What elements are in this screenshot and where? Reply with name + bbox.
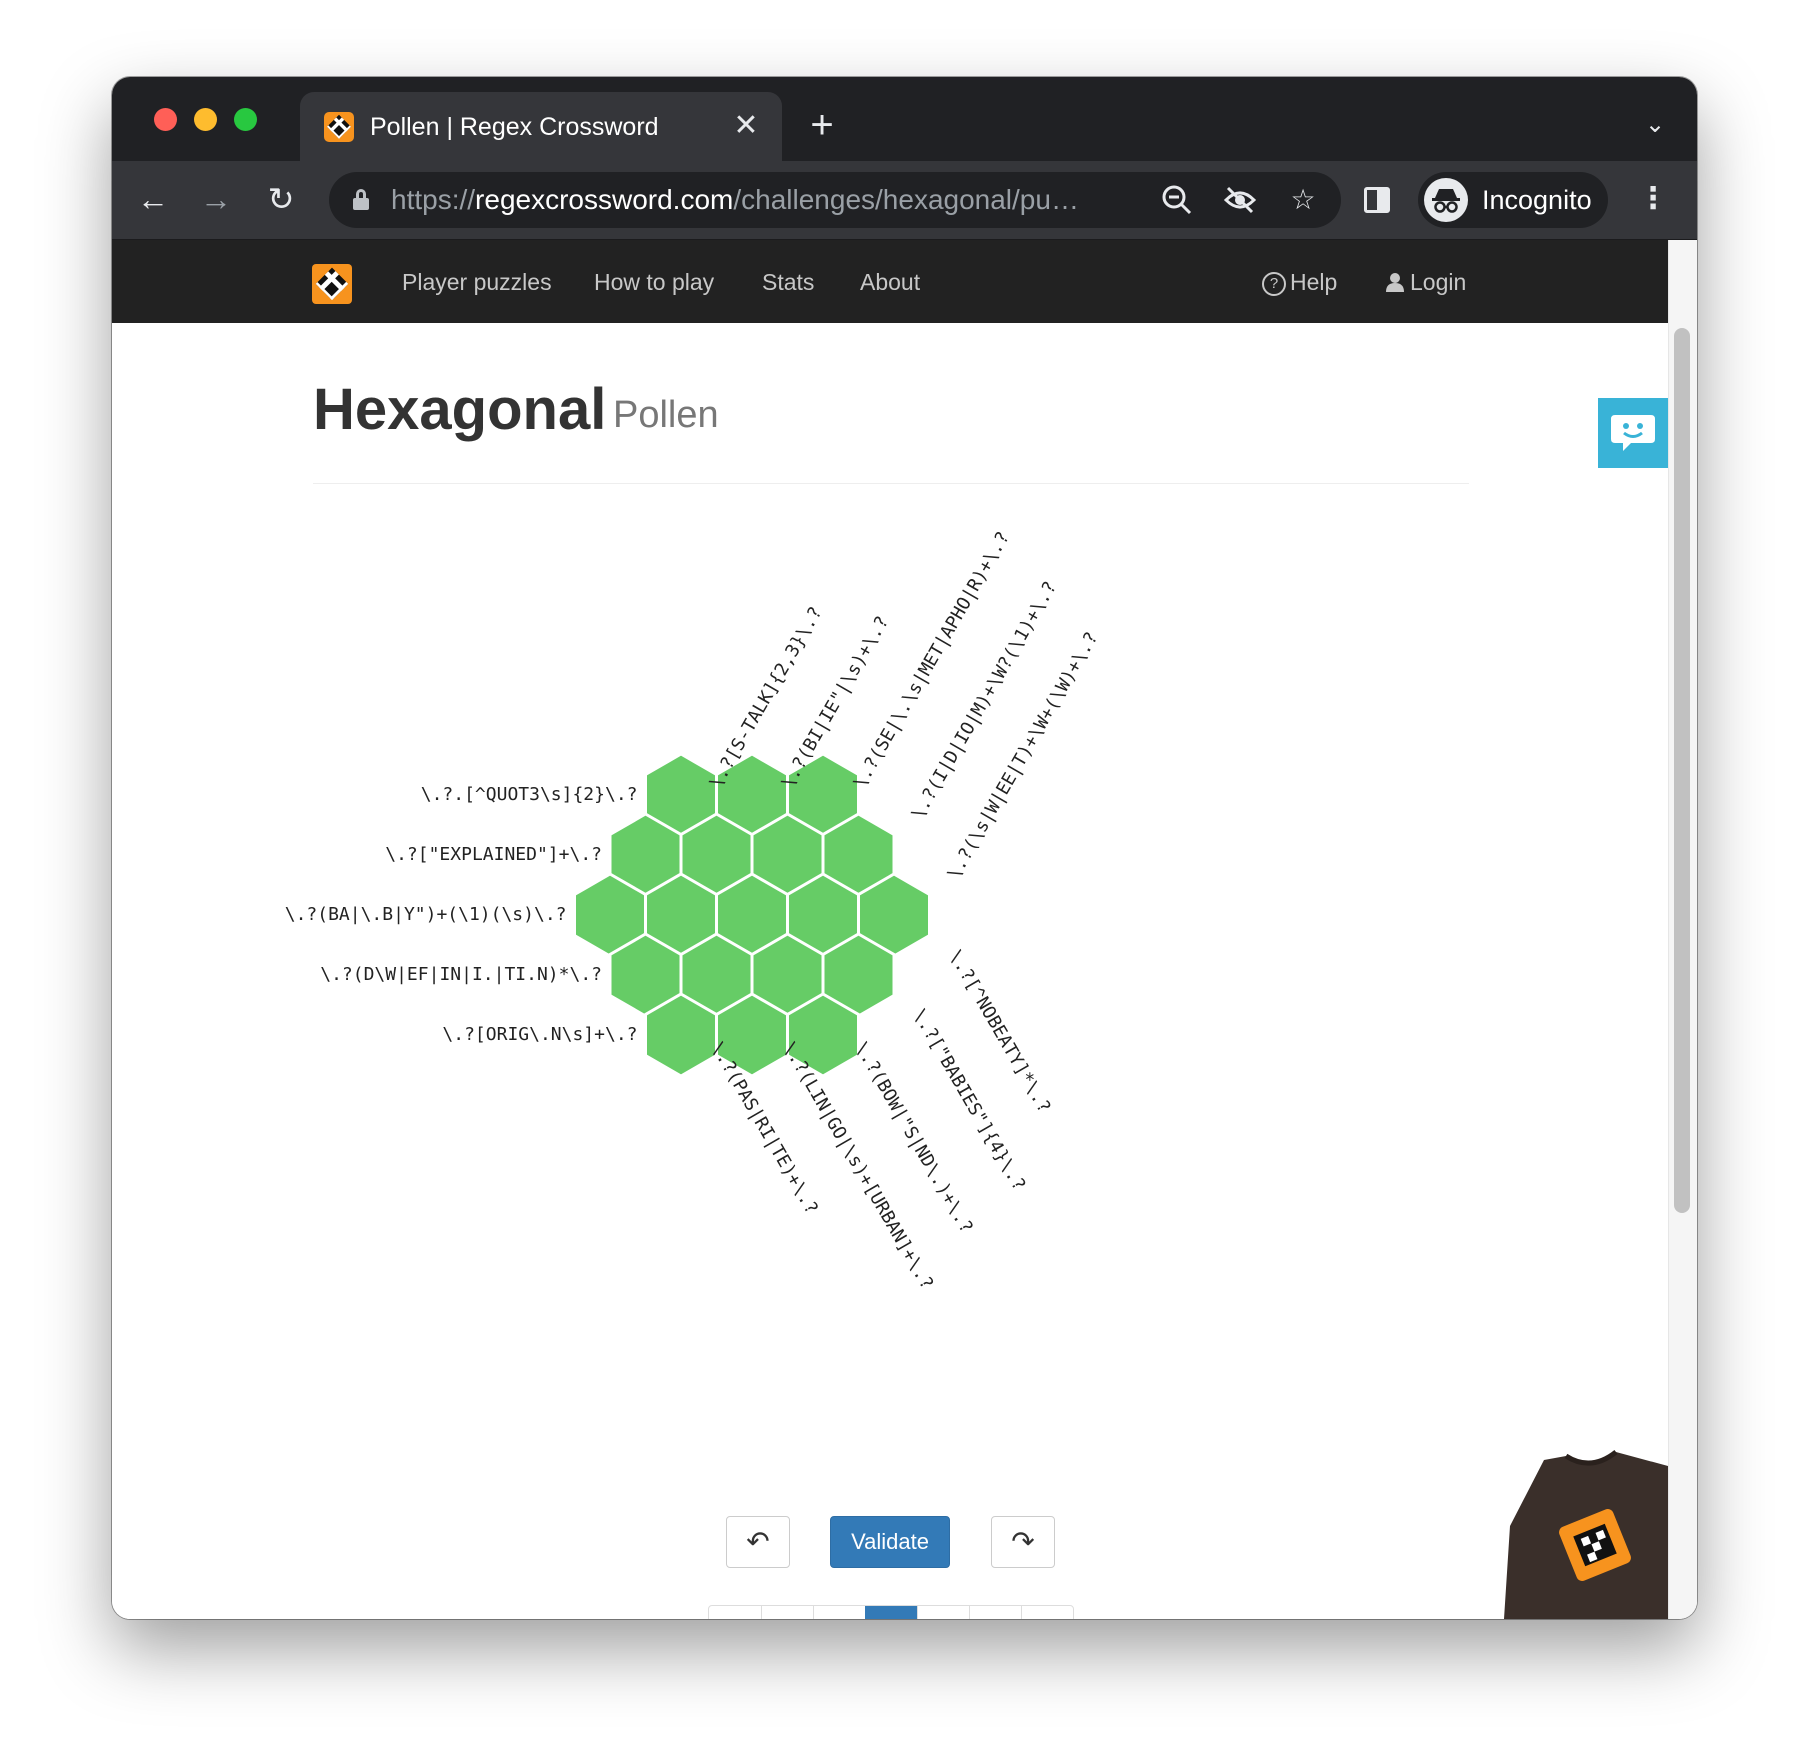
- bottom-clue: \.?(LIN|GO|\s)+[URBAN]+\.?: [778, 1039, 937, 1294]
- address-bar[interactable]: https://regexcrossword.com/challenges/he…: [329, 172, 1341, 228]
- zoom-icon[interactable]: [1159, 182, 1195, 218]
- eye-off-icon[interactable]: [1222, 182, 1258, 218]
- pagination-item[interactable]: [761, 1606, 813, 1619]
- new-tab-button[interactable]: +: [802, 105, 842, 145]
- pagination-item[interactable]: [813, 1606, 865, 1619]
- pagination-item[interactable]: [969, 1606, 1021, 1619]
- redo-button[interactable]: ↷: [991, 1516, 1055, 1568]
- star-icon[interactable]: ☆: [1285, 182, 1321, 218]
- browser-toolbar: ← → ↻ https://regexcrossword.com/challen…: [112, 161, 1697, 240]
- lock-icon[interactable]: [353, 189, 369, 211]
- tab-search-chevron-icon[interactable]: ⌄: [1640, 110, 1670, 140]
- pagination-item[interactable]: [917, 1606, 969, 1619]
- reload-icon[interactable]: ↻: [258, 176, 304, 222]
- left-clue: \.?["EXPLAINED"]+\.?: [385, 844, 602, 865]
- profile-label: Incognito: [1482, 185, 1592, 215]
- incognito-icon: [1424, 178, 1468, 222]
- forward-arrow-icon[interactable]: →: [193, 176, 239, 222]
- tshirt-promo-image[interactable]: [1496, 1444, 1668, 1619]
- url-text[interactable]: https://regexcrossword.com/challenges/he…: [391, 184, 1121, 216]
- close-window-button[interactable]: [154, 108, 177, 131]
- site-favicon-icon: [324, 112, 354, 142]
- scrollbar-thumb[interactable]: [1674, 328, 1690, 1213]
- top-clue: \.?(SE|\.\s|MET|APHO|R)+\.?: [849, 528, 1013, 792]
- kebab-menu-icon[interactable]: ⋮: [1638, 177, 1668, 221]
- top-clue: \.?(I|D|IO|M)+\W?(\1)+\.?: [907, 578, 1061, 823]
- left-clue: \.?(D\W|EF|IN|I.|TI.N)*\.?: [320, 964, 602, 985]
- maximize-window-button[interactable]: [234, 108, 257, 131]
- pagination-item-active[interactable]: [865, 1606, 917, 1619]
- browser-window: Pollen | Regex Crossword ✕ + ⌄ ← → ↻ htt…: [112, 77, 1697, 1619]
- tab-close-icon[interactable]: ✕: [728, 108, 764, 144]
- tab-title: Pollen | Regex Crossword: [370, 113, 659, 141]
- active-tab[interactable]: Pollen | Regex Crossword ✕: [300, 92, 782, 161]
- validate-button[interactable]: Validate: [830, 1516, 950, 1568]
- pagination-item[interactable]: [709, 1606, 761, 1619]
- tab-strip: Pollen | Regex Crossword ✕ + ⌄: [112, 77, 1697, 161]
- top-clue: \.?(\s|W|EE|T)+\W+(\W)+\.?: [943, 628, 1102, 883]
- hex-puzzle-board: \.?.[^QUOT3\s]{2}\.? \.?["EXPLAINED"]+\.?…: [285, 528, 1103, 1294]
- left-clue: \.?[ORIG\.N\s]+\.?: [442, 1024, 637, 1045]
- side-panel-icon[interactable]: [1364, 187, 1390, 213]
- profile-chip[interactable]: Incognito: [1418, 172, 1608, 228]
- page-viewport: Player puzzles How to play Stats About ?…: [112, 240, 1697, 1619]
- puzzle-pagination: [708, 1605, 1074, 1619]
- left-clue: \.?.[^QUOT3\s]{2}\.?: [421, 784, 638, 805]
- back-arrow-icon[interactable]: ←: [130, 176, 176, 222]
- undo-button[interactable]: ↶: [726, 1516, 790, 1568]
- minimize-window-button[interactable]: [194, 108, 217, 131]
- pagination-item[interactable]: [1021, 1606, 1073, 1619]
- left-clue: \.?(BA|\.B|Y")+(\1)(\s)\.?: [285, 904, 567, 925]
